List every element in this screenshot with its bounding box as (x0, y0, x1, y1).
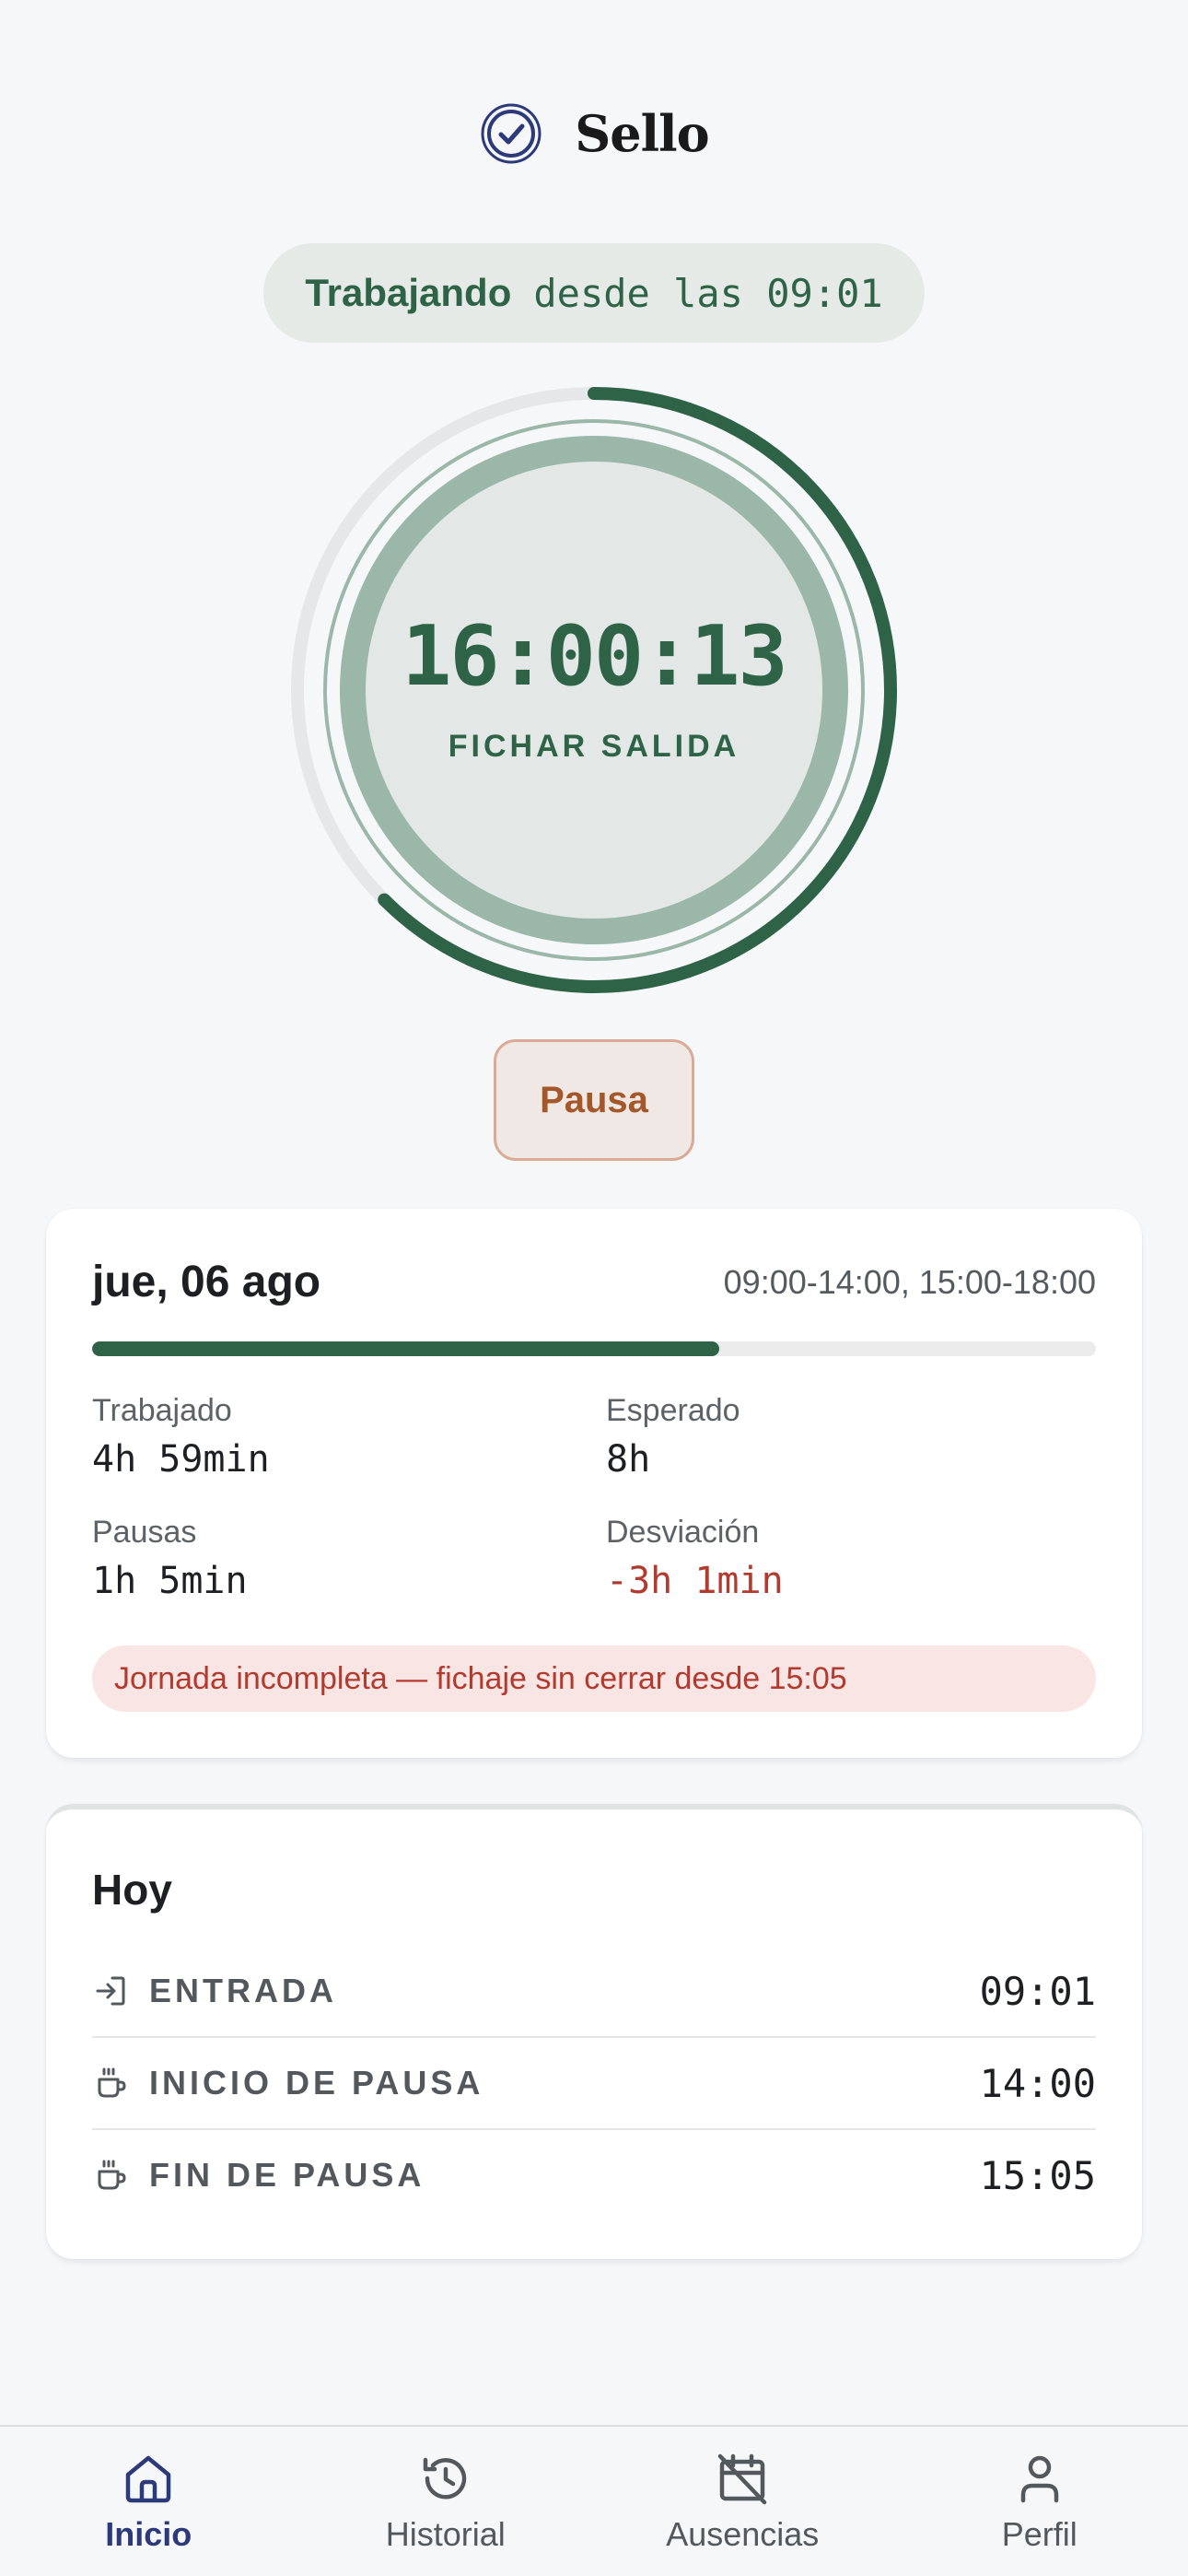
nav-label: Inicio (105, 2515, 192, 2553)
stat-expected-label: Esperado (606, 1393, 740, 1428)
app-screen: Sello Trabajando desde las 09:01 16:00:1… (0, 0, 1188, 2576)
stat-expected: Esperado 8h (606, 1393, 740, 1481)
today-entries-card: Hoy ENTRADA 09:01 INICIO DE PAUSA 14:00 … (46, 1804, 1142, 2259)
stat-deviation-label: Desviación (606, 1515, 760, 1550)
app-header: Sello (0, 92, 1188, 175)
entry-row: INICIO DE PAUSA 14:00 (92, 2038, 1096, 2128)
pause-button[interactable]: Pausa (494, 1039, 694, 1161)
clock-time: 16:00:13 (402, 608, 787, 705)
day-summary-card: jue, 06 ago 09:00-14:00, 15:00-18:00 Tra… (46, 1209, 1142, 1758)
stat-breaks: Pausas 1h 5min (92, 1515, 248, 1602)
day-date: jue, 06 ago (92, 1258, 321, 1306)
entry-label: FIN DE PAUSA (149, 2156, 425, 2194)
user-icon (1020, 2455, 1058, 2503)
nav-label: Historial (385, 2515, 506, 2553)
nav-item-perfil[interactable]: Perfil (891, 2427, 1188, 2576)
stat-breaks-value: 1h 5min (92, 1560, 248, 1602)
login-arrow-icon (96, 1976, 125, 2006)
day-progress-bar (92, 1341, 1096, 1356)
status-since: desde las 09:01 (533, 270, 883, 316)
day-progress-fill (92, 1341, 720, 1356)
status-badge: Trabajando desde las 09:01 (263, 243, 925, 343)
entry-label: INICIO DE PAUSA (149, 2064, 484, 2102)
day-schedule: 09:00-14:00, 15:00-18:00 (723, 1262, 1096, 1301)
nav-item-inicio[interactable]: Inicio (0, 2427, 297, 2576)
day-header: jue, 06 ago 09:00-14:00, 15:00-18:00 (92, 1257, 1096, 1307)
stat-worked: Trabajado 4h 59min (92, 1393, 270, 1481)
check-circle-icon (481, 103, 542, 164)
status-state: Trabajando (305, 271, 512, 314)
incomplete-day-alert: Jornada incompleta — fichaje sin cerrar … (92, 1645, 1096, 1712)
stat-deviation-value: -3h 1min (606, 1560, 784, 1602)
stat-breaks-label: Pausas (92, 1515, 197, 1550)
coffee-cup-icon (98, 2160, 126, 2190)
entry-time: 15:05 (979, 2152, 1096, 2198)
bottom-nav: Inicio Historial Ausencias Perfil (0, 2425, 1188, 2576)
app-title: Sello (575, 104, 709, 163)
home-icon (126, 2455, 171, 2503)
today-title: Hoy (92, 1866, 172, 1914)
clock-out-label: FICHAR SALIDA (448, 729, 740, 764)
coffee-cup-icon (98, 2067, 126, 2098)
entry-row: ENTRADA 09:01 (92, 1946, 1096, 2036)
stat-expected-value: 8h (606, 1438, 651, 1481)
stat-worked-label: Trabajado (92, 1393, 232, 1428)
history-icon (423, 2457, 466, 2500)
nav-item-historial[interactable]: Historial (297, 2427, 595, 2576)
stat-deviation: Desviación -3h 1min (606, 1515, 784, 1602)
nav-item-ausencias[interactable]: Ausencias (594, 2427, 891, 2576)
calendar-off-icon (718, 2453, 767, 2505)
entry-row: FIN DE PAUSA 15:05 (92, 2130, 1096, 2220)
entry-time: 09:01 (979, 1968, 1096, 2014)
nav-label: Ausencias (666, 2515, 820, 2553)
entry-time: 14:00 (979, 2060, 1096, 2106)
clock-out-dial[interactable]: 16:00:13 FICHAR SALIDA (287, 383, 901, 997)
nav-label: Perfil (1001, 2515, 1077, 2553)
clock-center[interactable]: 16:00:13 FICHAR SALIDA (287, 383, 901, 997)
entry-label: ENTRADA (149, 1972, 337, 2009)
stat-worked-value: 4h 59min (92, 1438, 270, 1481)
